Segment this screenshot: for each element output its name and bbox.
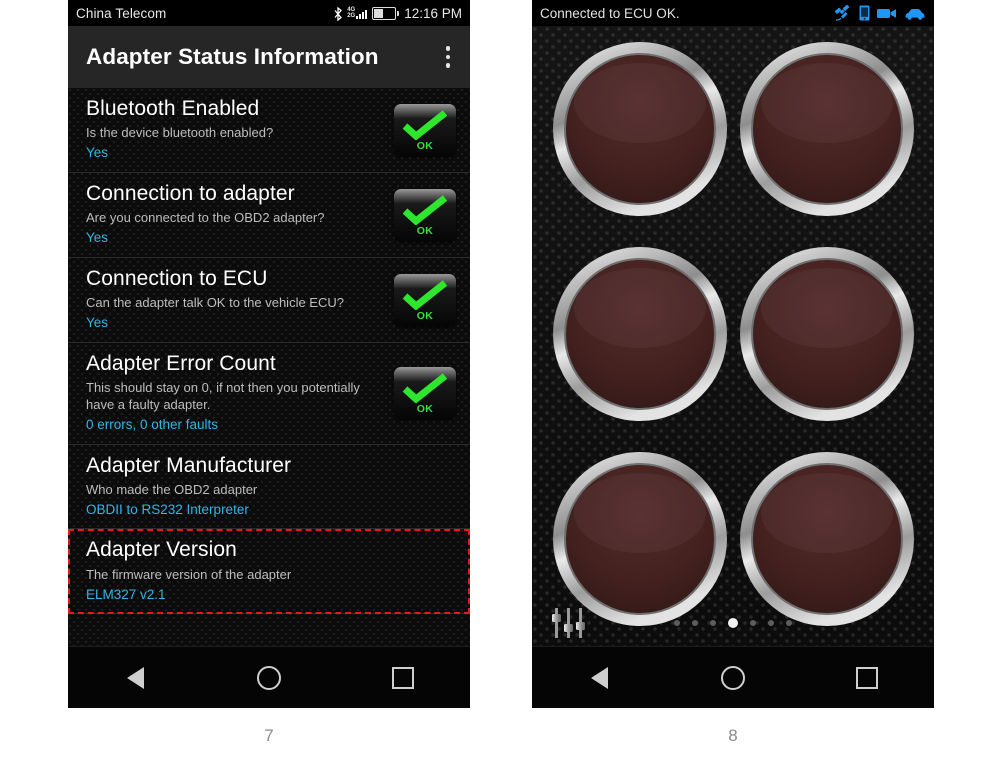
page-dot[interactable] bbox=[692, 620, 698, 626]
figure-caption-left: 7 bbox=[264, 726, 274, 745]
status-row-text: Adapter Version The firmware version of t… bbox=[86, 538, 456, 603]
phone-screenshot-left: China Telecom 4G 2G 12:16 PM Adapter Sta… bbox=[68, 0, 470, 708]
status-row-subtitle: Are you connected to the OBD2 adapter? bbox=[86, 209, 325, 225]
status-row-value: ELM327 v2.1 bbox=[86, 586, 166, 602]
status-ok-badge: OK bbox=[394, 367, 456, 420]
status-row-subtitle: The firmware version of the adapter bbox=[86, 566, 292, 582]
status-row[interactable]: Adapter Version The firmware version of t… bbox=[68, 529, 470, 615]
battery-icon bbox=[372, 6, 400, 20]
page-dot[interactable] bbox=[750, 620, 756, 626]
revs-gauge[interactable] bbox=[738, 40, 916, 218]
page-dot[interactable] bbox=[768, 620, 774, 626]
page-indicator-dots[interactable] bbox=[532, 618, 934, 628]
status-row-text: Adapter Manufacturer Who made the OBD2 ad… bbox=[86, 454, 456, 519]
status-ok-badge: OK bbox=[394, 273, 456, 326]
carrier-label: China Telecom bbox=[76, 5, 167, 21]
status-row[interactable]: Bluetooth Enabled Is the device bluetooth… bbox=[68, 88, 470, 173]
back-button[interactable] bbox=[105, 667, 165, 689]
recents-button-right[interactable] bbox=[837, 667, 897, 689]
status-bar: China Telecom 4G 2G 12:16 PM bbox=[68, 0, 470, 26]
gauge-cell bbox=[733, 26, 920, 231]
home-button[interactable] bbox=[239, 666, 299, 690]
phone-icon[interactable] bbox=[859, 5, 870, 21]
status-icons: 4G 2G 12:16 PM bbox=[333, 6, 462, 21]
ecu-status-icons bbox=[834, 5, 926, 21]
home-button-right[interactable] bbox=[703, 666, 763, 690]
page-title: Adapter Status Information bbox=[86, 44, 379, 69]
car-icon[interactable] bbox=[904, 7, 926, 20]
phone-screenshot-right: Connected to ECU OK. bbox=[532, 0, 934, 708]
kebab-menu-icon[interactable] bbox=[440, 38, 457, 76]
status-row-title: Adapter Error Count bbox=[86, 351, 276, 375]
status-ok-badge: OK bbox=[394, 188, 456, 241]
speed-gauge[interactable] bbox=[738, 245, 916, 423]
status-row-title: Bluetooth Enabled bbox=[86, 97, 260, 120]
status-row-value: Yes bbox=[86, 230, 109, 246]
back-icon bbox=[590, 667, 608, 689]
home-icon bbox=[721, 666, 745, 690]
status-row-value: Yes bbox=[86, 314, 109, 330]
status-row[interactable]: Connection to adapter Are you connected t… bbox=[68, 173, 470, 258]
signal-bars-icon: 4G 2G bbox=[347, 7, 368, 19]
home-icon bbox=[257, 666, 281, 690]
dashboard-gauge-area bbox=[532, 26, 934, 646]
page-dot[interactable] bbox=[728, 618, 738, 628]
clock-label: 12:16 PM bbox=[404, 5, 462, 21]
status-row-title: Adapter Version bbox=[86, 538, 237, 562]
status-row[interactable]: Adapter Manufacturer Who made the OBD2 ad… bbox=[68, 445, 470, 530]
status-row-value: Yes bbox=[86, 145, 109, 161]
android-navigation-bar bbox=[68, 646, 470, 708]
figure-caption-right: 8 bbox=[728, 726, 738, 745]
page-dot[interactable] bbox=[674, 620, 680, 626]
status-ok-label: OK bbox=[416, 224, 434, 237]
status-row-subtitle: Is the device bluetooth enabled? bbox=[86, 125, 274, 141]
bluetooth-icon bbox=[333, 6, 343, 21]
status-ok-label: OK bbox=[416, 139, 434, 152]
check-icon bbox=[402, 195, 448, 225]
status-row-title: Connection to ECU bbox=[86, 266, 268, 290]
dashboard-bottom-strip bbox=[532, 600, 934, 646]
status-row-title: Adapter Manufacturer bbox=[86, 453, 292, 477]
back-icon bbox=[126, 667, 144, 689]
status-row-subtitle: Who made the OBD2 adapter bbox=[86, 481, 258, 497]
check-icon bbox=[402, 279, 448, 310]
net-bottom-label: 2G bbox=[347, 13, 356, 19]
status-row-title: Connection to adapter bbox=[86, 181, 295, 205]
ecu-status-message: Connected to ECU OK. bbox=[540, 5, 680, 21]
recents-button[interactable] bbox=[373, 667, 433, 689]
gauge-grid bbox=[532, 26, 934, 641]
network-type-labels: 4G 2G bbox=[347, 7, 355, 19]
gauge-cell bbox=[546, 231, 733, 436]
gauge-cell bbox=[733, 231, 920, 436]
page-dot[interactable] bbox=[786, 620, 792, 626]
satellite-icon[interactable] bbox=[834, 5, 852, 21]
status-row-subtitle: This should stay on 0, if not then you p… bbox=[86, 379, 360, 412]
status-row[interactable]: Adapter Error Count This should stay on 0… bbox=[68, 343, 470, 445]
check-icon bbox=[402, 110, 448, 140]
recents-icon bbox=[392, 667, 414, 689]
status-row-subtitle: Can the adapter talk OK to the vehicle E… bbox=[86, 294, 344, 310]
page-dot[interactable] bbox=[710, 620, 716, 626]
status-ok-label: OK bbox=[416, 309, 434, 322]
status-row-value: 0 errors, 0 other faults bbox=[86, 416, 219, 432]
status-ok-label: OK bbox=[416, 403, 434, 416]
status-row-value: OBDII to RS232 Interpreter bbox=[86, 501, 249, 517]
status-row[interactable]: Connection to ECU Can the adapter talk OK… bbox=[68, 258, 470, 343]
status-ok-badge: OK bbox=[394, 103, 456, 156]
check-icon bbox=[402, 373, 448, 404]
ecu-status-bar: Connected to ECU OK. bbox=[532, 0, 934, 26]
adapter-status-list: Bluetooth Enabled Is the device bluetooth… bbox=[68, 88, 470, 646]
throttle-gauge[interactable] bbox=[551, 245, 729, 423]
android-navigation-bar-right bbox=[532, 646, 934, 708]
app-title-bar: Adapter Status Information bbox=[68, 26, 470, 88]
accel-gauge[interactable] bbox=[551, 40, 729, 218]
gauge-cell bbox=[546, 26, 733, 231]
signal-bars-upper bbox=[356, 8, 368, 19]
recents-icon bbox=[856, 667, 878, 689]
video-camera-icon[interactable] bbox=[877, 7, 897, 20]
back-button-right[interactable] bbox=[569, 667, 629, 689]
